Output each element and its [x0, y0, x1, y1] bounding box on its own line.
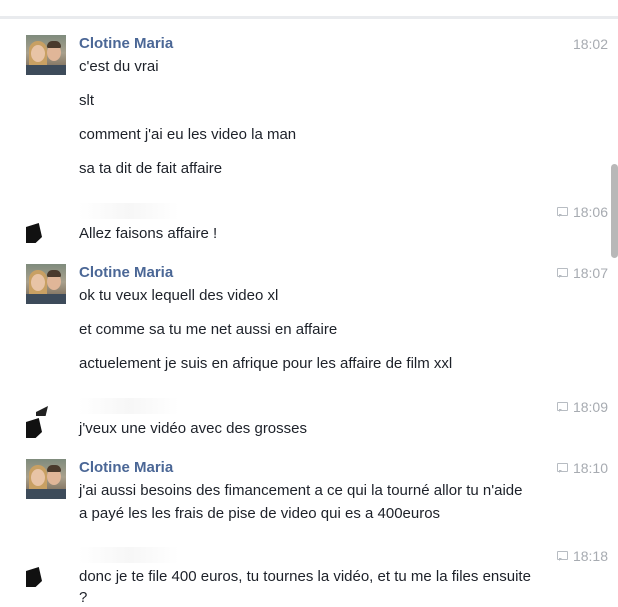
chat-bubble-icon [556, 551, 568, 561]
redacted-avatar [26, 398, 66, 438]
timestamp-text: 18:18 [572, 548, 608, 564]
message-text: j'veux une vidéo avec des grosses [79, 420, 307, 437]
timestamp-text: 18:02 [572, 36, 608, 52]
timestamp-text: 18:07 [572, 265, 608, 281]
avatar[interactable] [26, 264, 66, 304]
avatar[interactable] [26, 203, 66, 243]
message-text: j'ai aussi besoins des fimancement a ce … [79, 482, 523, 499]
chat-bubble-icon [556, 207, 568, 217]
message-text: c'est du vrai [79, 58, 159, 75]
timestamp-text: 18:09 [572, 399, 608, 415]
redacted-avatar [26, 547, 66, 587]
message-text: et comme sa tu me net aussi en affaire [79, 321, 338, 338]
message-timestamp: 18:09 [556, 398, 608, 416]
sender-name[interactable]: Clotine Maria [79, 264, 173, 282]
message-text: donc je te file 400 euros, tu tournes la… [79, 568, 531, 585]
message-list[interactable]: Clotine Maria 18:02 c'est du vrai slt co… [0, 19, 608, 607]
profile-photo [26, 459, 66, 499]
message-timestamp: 18:06 [556, 203, 608, 221]
chat-bubble-icon [556, 268, 568, 278]
message-text: sa ta dit de fait affaire [79, 160, 223, 177]
message-text: a payé les les frais de pise de video qu… [79, 505, 441, 522]
message-text: Allez faisons affaire ! [79, 225, 218, 242]
profile-photo [26, 35, 66, 75]
profile-photo [26, 264, 66, 304]
timestamp-text: 18:06 [572, 204, 608, 220]
scrollbar-thumb[interactable] [611, 164, 618, 258]
sender-name[interactable]: Clotine Maria [79, 35, 173, 53]
message-text: slt [79, 92, 94, 109]
sender-name[interactable]: Clotine Maria [79, 459, 173, 477]
redacted-sender-name [79, 398, 179, 414]
avatar[interactable] [26, 398, 66, 438]
avatar[interactable] [26, 547, 66, 587]
message-text: ? [79, 589, 88, 606]
message-text: comment j'ai eu les video la man [79, 126, 297, 143]
message-text: ok tu veux lequell des video xl [79, 287, 279, 304]
message-timestamp: 18:02 [573, 35, 608, 53]
chat-window: Clotine Maria 18:02 c'est du vrai slt co… [0, 0, 618, 607]
chat-bubble-icon [556, 463, 568, 473]
redacted-avatar [26, 203, 66, 243]
message-timestamp: 18:07 [556, 264, 608, 282]
message-timestamp: 18:10 [556, 459, 608, 477]
chat-bubble-icon [556, 402, 568, 412]
avatar[interactable] [26, 459, 66, 499]
message-text: actuelement je suis en afrique pour les … [79, 355, 453, 372]
redacted-sender-name [79, 547, 179, 563]
timestamp-text: 18:10 [572, 460, 608, 476]
message-timestamp: 18:18 [556, 547, 608, 565]
redacted-sender-name [79, 203, 179, 219]
avatar[interactable] [26, 35, 66, 75]
